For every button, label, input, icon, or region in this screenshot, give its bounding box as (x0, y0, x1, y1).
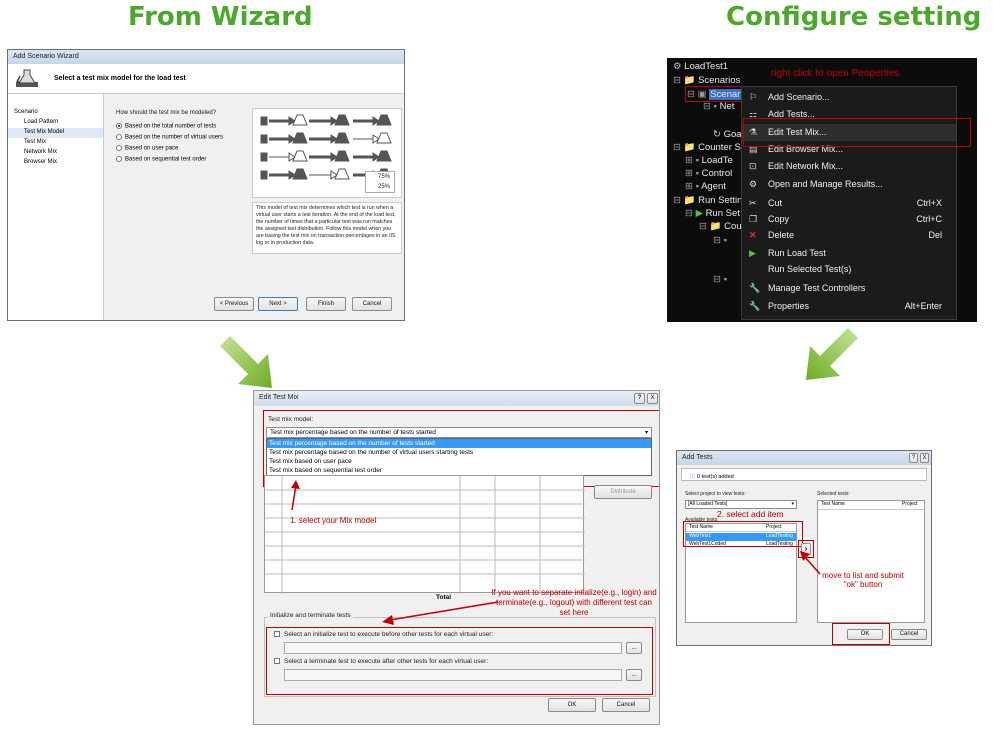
select-add-annotation: 2. select add item (717, 509, 784, 519)
edit-test-mix-titlebar: Edit Test Mix (254, 391, 659, 406)
tree-node-2[interactable]: ⊟ ▪ (713, 274, 727, 285)
close-button[interactable]: X (647, 393, 658, 404)
mix-description: This model of test mix determines which … (252, 202, 402, 254)
tree-controller[interactable]: ⊞ ▪ Control (685, 168, 732, 179)
nav-item-test-mix[interactable]: Test Mix (8, 138, 103, 148)
add-cancel-button[interactable]: Cancel (891, 629, 927, 640)
tests-added-info: ⓘ 0 test(s) added (681, 468, 927, 481)
from-wizard-heading: From Wizard (128, 2, 313, 32)
edit-test-mix-highlight (743, 118, 971, 147)
selected-label: Selected tests: (817, 491, 850, 497)
nav-item-test-mix-model[interactable]: Test Mix Model (8, 128, 103, 138)
project-label: Select project to view tests: (685, 491, 746, 497)
move-annotation-arrow (800, 551, 821, 575)
menu-copy[interactable]: ❐ Copy Ctrl+C (742, 211, 956, 228)
option-user-pace[interactable]: Based on user pace (116, 145, 178, 152)
green-arrow-down-right-icon (220, 336, 272, 388)
ok-button-highlight (832, 623, 890, 645)
add-help-button[interactable]: ? (909, 453, 918, 463)
legend-75: 75% (378, 174, 391, 180)
info-icon: ⓘ (690, 474, 698, 480)
nav-item-browser-mix[interactable]: Browser Mix (8, 158, 103, 168)
tree-net[interactable]: ⊟ ▪ Net (703, 101, 734, 112)
wizard-nav: Scenario Load Pattern Test Mix Model Tes… (8, 94, 104, 320)
initialize-annotation: If you want to separate intialize(e.g., … (491, 588, 657, 617)
tree-counter-sets[interactable]: ⊟ 📁 Counter Se (673, 142, 746, 153)
annotation-arrows (291, 480, 499, 625)
nav-item-network-mix[interactable]: Network Mix (8, 148, 103, 158)
menu-delete[interactable]: ✕ Delete Del (742, 227, 956, 244)
nav-item-scenario[interactable]: Scenario (8, 108, 103, 118)
available-tests-highlight (683, 521, 803, 547)
finish-button[interactable]: Finish (306, 297, 346, 311)
menu-manage-controllers[interactable]: 🔧 Manage Test Controllers (742, 280, 956, 297)
load-test-context-panel: ⚙ LoadTest1 ⊟ 📁 Scenarios ⊟ ▣ Scenario ⊟… (667, 58, 977, 322)
tree-loadtest[interactable]: ⊞ ▪ LoadTe (685, 155, 733, 166)
selected-header: Test Name Project (818, 501, 924, 510)
tree-scenarios[interactable]: ⊟ 📁 Scenarios (673, 75, 740, 86)
tree-node[interactable]: ⊟ ▪ (713, 235, 727, 246)
option-virtual-users[interactable]: Based on the number of virtual users (116, 134, 223, 141)
move-annotation: move to list and submit "ok" button (822, 571, 904, 589)
radio-icon (116, 134, 122, 140)
add-scenario-wizard: Add Scenario Wizard Select a test mix mo… (7, 49, 405, 321)
cancel-button[interactable]: Cancel (602, 698, 650, 712)
tree-goa[interactable]: ↻ Goa (713, 129, 742, 140)
option-sequential[interactable]: Based on sequential test order (116, 156, 206, 163)
wizard-content: How should the test mix be modeled? Base… (104, 94, 404, 320)
tree-root[interactable]: ⚙ LoadTest1 (673, 61, 728, 72)
right-click-annotation: right click to open Peoperties (771, 68, 900, 79)
menu-run-load-test[interactable]: ▶ Run Load Test (742, 245, 956, 262)
results-icon: ⚙ (749, 179, 758, 189)
radio-selected-icon (116, 123, 122, 129)
wizard-header-title: Select a test mix model for the load tes… (54, 75, 186, 82)
project-select[interactable]: [All Loaded Tests] ▾ (685, 500, 797, 509)
mix-legend: 75% 25% (365, 171, 395, 193)
tree-run-settings[interactable]: ⊟ 📁 Run Setting (673, 195, 748, 206)
menu-add-scenario[interactable]: ⚐ Add Scenario... (742, 89, 956, 106)
tree-agent[interactable]: ⊞ ▪ Agent (685, 181, 726, 192)
network-icon: ⊡ (749, 161, 757, 171)
selected-tests-list: Test Name Project (817, 500, 925, 623)
add-tests-titlebar: Add Tests (677, 451, 931, 465)
previous-button[interactable]: < Previous (214, 297, 254, 311)
init-terminate-highlight (266, 627, 653, 695)
menu-open-results[interactable]: ⚙ Open and Manage Results... (742, 176, 956, 193)
tree-cou[interactable]: ⊟ 📁 Cou (699, 221, 742, 232)
distribute-button[interactable]: Distribute (594, 485, 652, 499)
copy-icon: ❐ (749, 214, 758, 224)
ok-button[interactable]: OK (548, 698, 596, 712)
next-button[interactable]: Next > (258, 297, 298, 311)
legend-25: 25% (378, 184, 391, 190)
menu-properties[interactable]: 🔧 Properties Alt+Enter (742, 298, 956, 315)
green-arrow-down-left-icon (806, 328, 858, 380)
delete-icon: ✕ (749, 230, 757, 240)
wrench-icon: 🔧 (749, 301, 761, 311)
chevron-down-icon: ▾ (791, 501, 794, 507)
menu-cut[interactable]: ✂ Cut Ctrl+X (742, 195, 956, 212)
wizard-cancel-button[interactable]: Cancel (352, 297, 392, 311)
radio-icon (116, 145, 122, 151)
mix-question: How should the test mix be modeled? (116, 110, 217, 116)
cut-icon: ✂ (749, 198, 757, 208)
menu-edit-network-mix[interactable]: ⊡ Edit Network Mix... (742, 158, 956, 175)
flask-icon (16, 69, 38, 87)
option-total-tests[interactable]: Based on the total number of tests (116, 123, 216, 130)
help-button[interactable]: ? (634, 393, 645, 404)
add-scenario-icon: ⚐ (749, 92, 758, 102)
menu-run-selected[interactable]: Run Selected Test(s) (742, 261, 956, 278)
nav-item-load-pattern[interactable]: Load Pattern (8, 118, 103, 128)
add-close-button[interactable]: X (920, 453, 929, 463)
radio-icon (116, 156, 122, 162)
run-icon: ▶ (749, 248, 756, 258)
tree-run-set[interactable]: ⊟ ▶ Run Set (685, 208, 740, 219)
wrench-icon: 🔧 (749, 283, 761, 293)
wizard-titlebar: Add Scenario Wizard (8, 50, 404, 64)
mix-illustration: 75% 25% (252, 108, 402, 198)
configure-setting-heading: Configure setting (726, 2, 982, 32)
wizard-header: Select a test mix model for the load tes… (8, 64, 404, 94)
